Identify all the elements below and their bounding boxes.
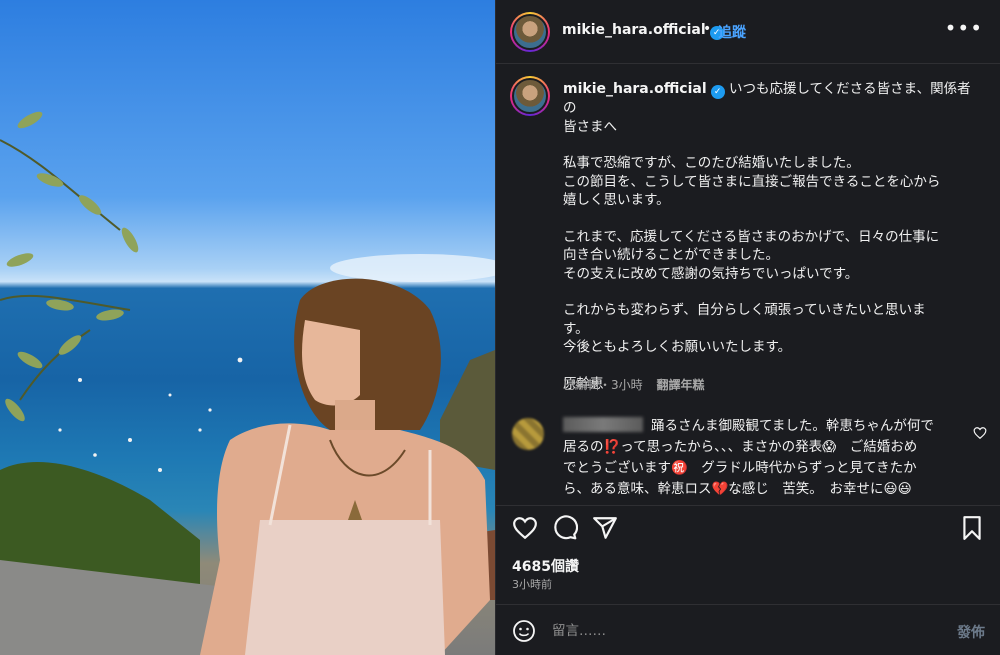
save-bookmark-icon[interactable] [959,515,985,541]
commenter-avatar[interactable] [512,418,544,450]
caption-username[interactable]: mikie_hara.official ✓ [563,81,725,99]
caption-line: 皆さまへ [563,118,617,135]
like-heart-icon[interactable] [512,515,538,541]
author-username[interactable]: mikie_hara.official ✓ [562,22,724,40]
share-send-icon[interactable] [592,515,618,541]
caption-line: 私事で恐縮ですが、このたび結婚いたしました。 [563,155,860,171]
comment-bubble-icon[interactable] [552,515,578,541]
comment-input[interactable] [552,619,912,643]
caption-line: これまで、応援してくださる皆さまのおかげで、日々の仕事に [563,228,940,245]
post-detail-panel: mikie_hara.official ✓ • 追蹤 ••• mikie_hara… [495,0,1000,655]
post-caption: mikie_hara.official ✓ いつも応援してくださる皆さま、関係者の… [496,64,1000,399]
comment-line: 居るの⁉️って思ったから、、、まさかの発表😱 ご結婚おめ [563,439,918,455]
caption-line: す。 [563,320,589,337]
post-header: mikie_hara.official ✓ • 追蹤 ••• [496,0,1000,64]
follow-button[interactable]: 追蹤 [718,22,746,42]
caption-gap [563,357,983,375]
caption-gap [563,210,983,228]
post-actions-bar [496,505,1000,549]
more-options-icon[interactable]: ••• [945,18,983,38]
caption-gap [563,136,983,154]
author-avatar[interactable] [510,12,550,52]
separator-dot: • [703,21,712,37]
caption-line: 向き合い続けることができました。 [563,247,779,263]
caption-author-avatar[interactable] [510,76,550,116]
caption-line-first: mikie_hara.official ✓ いつも応援してくださる皆さま、関係者の [563,81,971,116]
translate-link[interactable]: 翻譯年糕 [656,378,704,392]
post-photo [0,0,495,655]
comment-line: 踊るさんま御殿観てました。幹恵ちゃんが何で [651,418,934,434]
comment-composer: 發佈 [496,604,1000,655]
comment-like-heart-icon[interactable] [973,426,987,440]
comment-text: 踊るさんま御殿観てました。幹恵ちゃんが何で 居るの⁉️って思ったから、、、まさか… [563,416,973,500]
caption-gap [563,283,983,301]
caption-meta: 已編輯・3小時 翻譯年糕 [563,376,704,393]
likes-count[interactable]: 4685個讚 [512,556,579,576]
comment-line: でとうございます㊗️ グラドル時代からずっと見てきたか [563,460,917,476]
edited-time: 已編輯・3小時 [563,378,643,392]
comment-line: ら、ある意味、幹恵ロス💔な感じ 苦笑。 お幸せに😃😃 [563,481,912,497]
comment-item: 踊るさんま御殿観てました。幹恵ちゃんが何で 居るの⁉️って思ったから、、、まさか… [496,412,1000,502]
photo-illustration [0,111,495,655]
caption-line: 嬉しく思います。 [563,192,670,208]
caption-line: その支えに改めて感謝の気持ちでいっぱいです。 [563,265,859,282]
caption-text: mikie_hara.official ✓ いつも応援してくださる皆さま、関係者の… [563,80,983,393]
post-comment-button[interactable]: 發佈 [957,622,985,642]
verified-badge-icon: ✓ [710,85,725,99]
post-time: 3小時前 [512,578,552,591]
caption-line: 今後ともよろしくお願いいたします。 [563,339,792,355]
emoji-icon[interactable] [512,619,536,643]
caption-line: これからも変わらず、自分らしく頑張っていきたいと思いま [563,302,926,318]
caption-line: この節目を、こうして皆さまに直接ご報告できることを心から [563,173,941,190]
commenter-username-blurred[interactable] [563,417,643,432]
